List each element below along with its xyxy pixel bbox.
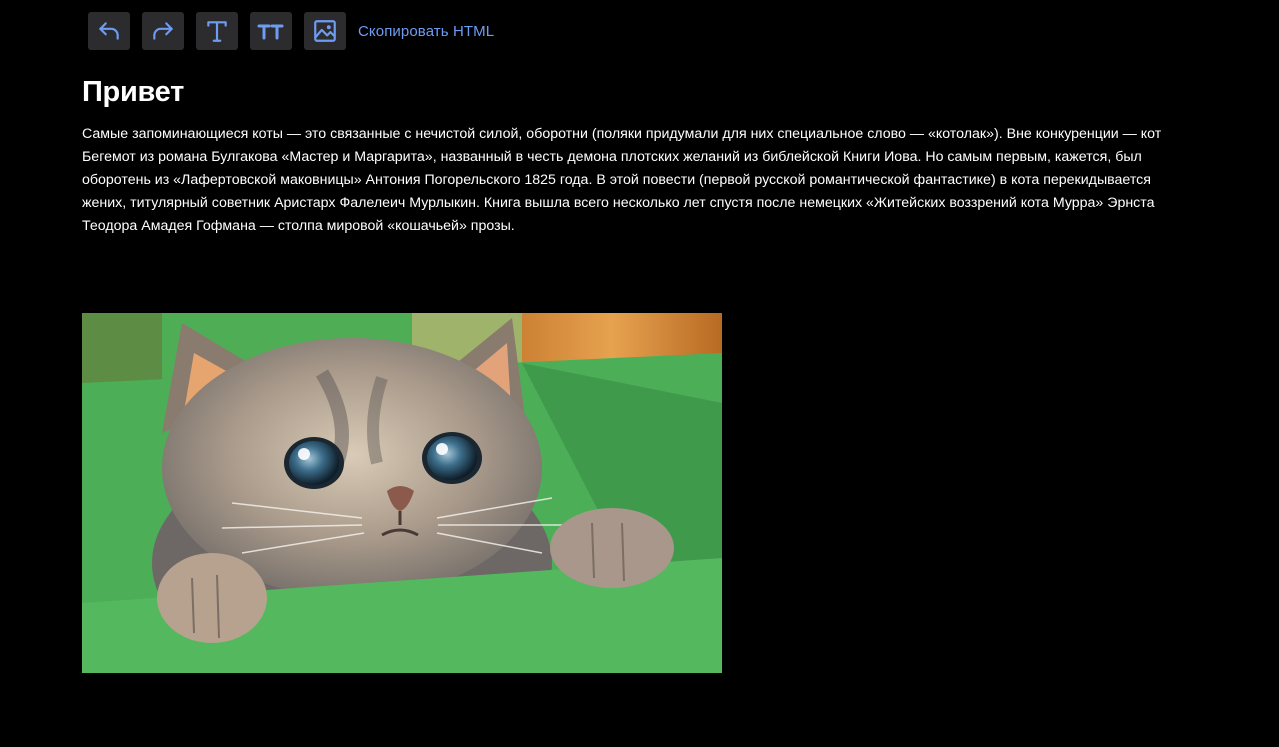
text-button[interactable]	[196, 12, 238, 50]
redo-button[interactable]	[142, 12, 184, 50]
redo-icon	[153, 22, 173, 40]
kitten-illustration	[82, 313, 722, 673]
image-icon	[314, 20, 336, 42]
undo-button[interactable]	[88, 12, 130, 50]
document-title[interactable]: Привет	[82, 72, 1197, 112]
document-editor[interactable]: Привет Самые запоминающиеся коты — это с…	[82, 72, 1197, 238]
kitten-image[interactable]	[82, 313, 722, 673]
document-paragraph[interactable]: Самые запоминающиеся коты — это связанны…	[82, 123, 1197, 238]
text-icon	[207, 21, 227, 42]
insert-image-button[interactable]	[304, 12, 346, 50]
undo-icon	[99, 22, 119, 40]
copy-html-link[interactable]: Скопировать HTML	[358, 23, 494, 40]
heading-icon	[257, 24, 284, 40]
heading-button[interactable]	[250, 12, 292, 50]
editor-toolbar: Скопировать HTML	[88, 12, 494, 50]
